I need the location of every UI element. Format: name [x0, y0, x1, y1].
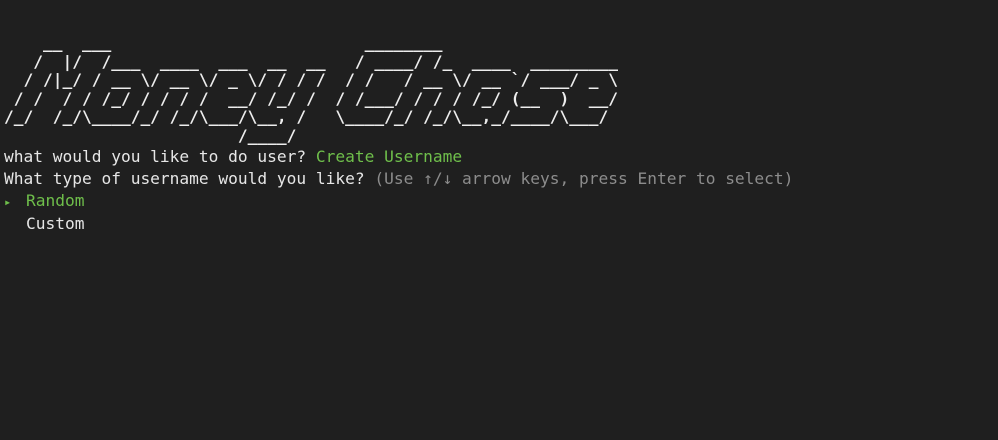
- prompt-hint: (Use ↑/↓ arrow keys, press Enter to sele…: [374, 168, 794, 188]
- prompt-line-action: what would you like to do user? Create U…: [4, 146, 994, 168]
- pointer-icon: ▸: [4, 195, 12, 210]
- option-custom[interactable]: Custom: [4, 213, 994, 235]
- ascii-banner: __ ___ ________ / |/ /___ ____ ___ __ __…: [4, 33, 618, 145]
- option-label: Random: [26, 191, 85, 211]
- option-label: Custom: [26, 213, 85, 233]
- prompt-question: what would you like to do user?: [4, 146, 316, 166]
- terminal-window: __ ___ ________ / |/ /___ ____ ___ __ __…: [0, 0, 998, 440]
- prompt-answer: Create Username: [315, 146, 463, 166]
- option-random[interactable]: ▸ Random: [4, 190, 994, 212]
- prompt-line-username-type: What type of username would you like? (U…: [4, 168, 994, 190]
- prompt-question: What type of username would you like?: [4, 168, 375, 188]
